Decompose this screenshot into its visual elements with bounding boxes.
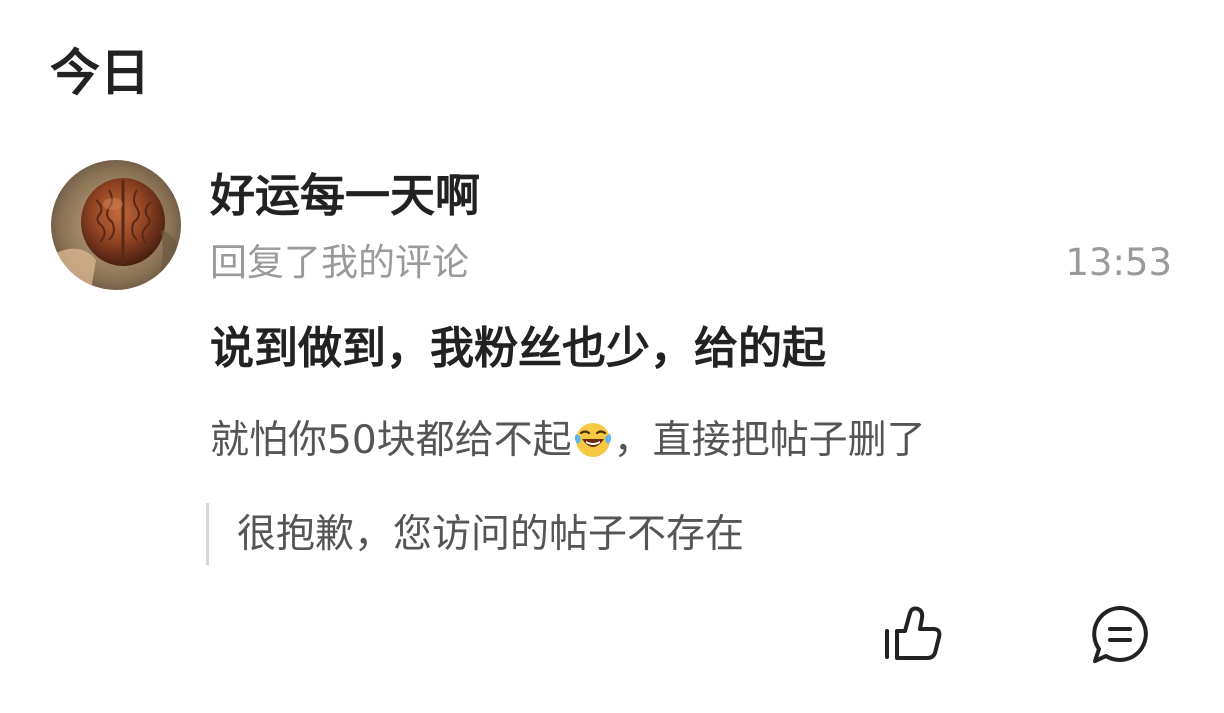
- notification-action: 回复了我的评论: [210, 241, 469, 284]
- laughing-tears-emoji-icon: [573, 418, 613, 458]
- timestamp: 13:53: [1065, 241, 1172, 284]
- comment-bubble-icon: [1092, 606, 1148, 663]
- quoted-comment-text-start: 就怕你50块都给不起: [210, 418, 572, 463]
- like-button[interactable]: [881, 603, 945, 667]
- reply-content[interactable]: 说到做到，我粉丝也少，给的起: [210, 318, 826, 380]
- walnut-avatar-image: [51, 160, 181, 290]
- quoted-comment[interactable]: 就怕你50块都给不起 ，直接把帖子删了: [210, 412, 926, 470]
- quoted-comment-text-end: ，直接把帖子删了: [613, 418, 926, 463]
- comment-button[interactable]: [1088, 603, 1152, 667]
- thumbs-up-icon: [885, 606, 942, 660]
- quote-bar: [206, 503, 209, 565]
- username[interactable]: 好运每一天啊: [210, 166, 480, 226]
- deleted-post-notice[interactable]: 很抱歉，您访问的帖子不存在: [237, 506, 744, 564]
- avatar[interactable]: [51, 160, 181, 290]
- section-title: 今日: [50, 44, 150, 102]
